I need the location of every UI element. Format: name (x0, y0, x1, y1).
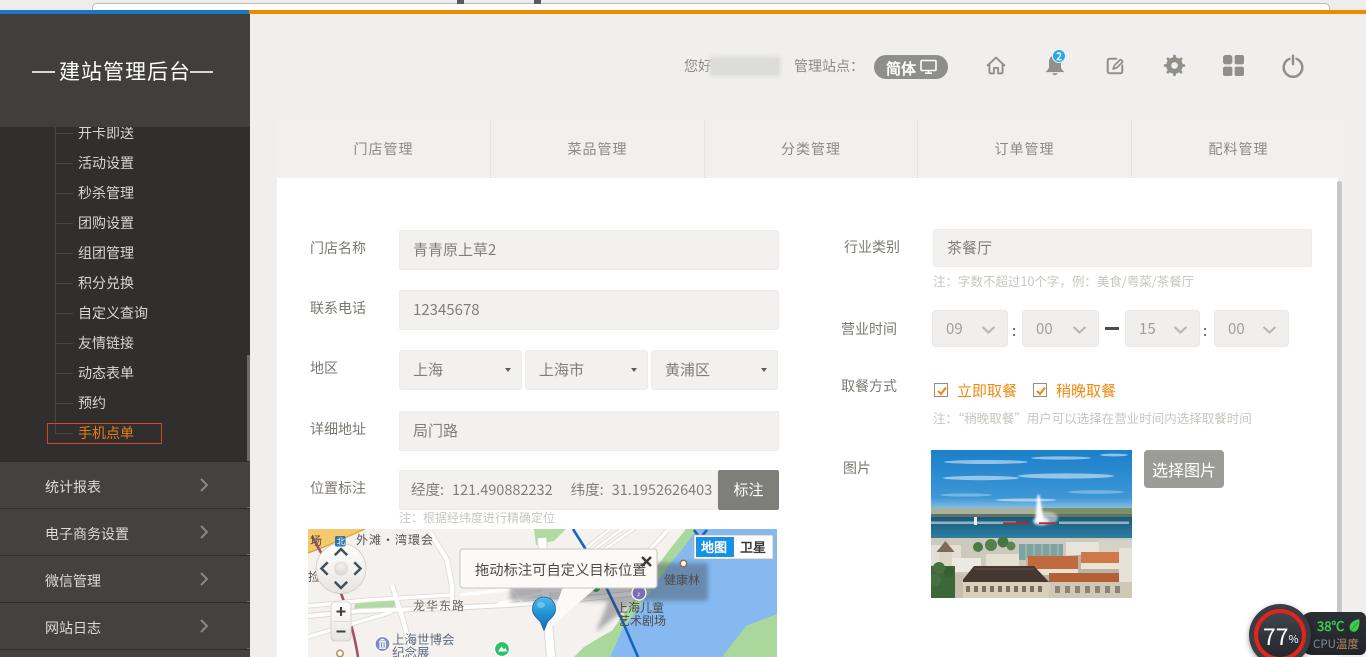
svg-text:♪: ♪ (637, 589, 641, 600)
svg-text:艺术剧场: 艺术剧场 (618, 612, 666, 629)
svg-text:场: 场 (310, 532, 322, 549)
svg-text:外滩・湾環会: 外滩・湾環会 (356, 531, 434, 548)
svg-text:卫星: 卫星 (740, 537, 766, 556)
svg-text:纪念展: 纪念展 (392, 642, 430, 657)
svg-text:北: 北 (337, 536, 346, 548)
svg-text:拖动标注可自定义目标位置: 拖动标注可自定义目标位置 (475, 559, 647, 580)
svg-text:地图: 地图 (701, 537, 727, 556)
svg-text:健康林: 健康林 (664, 571, 700, 588)
svg-text:龙华东路: 龙华东路 (413, 597, 465, 614)
